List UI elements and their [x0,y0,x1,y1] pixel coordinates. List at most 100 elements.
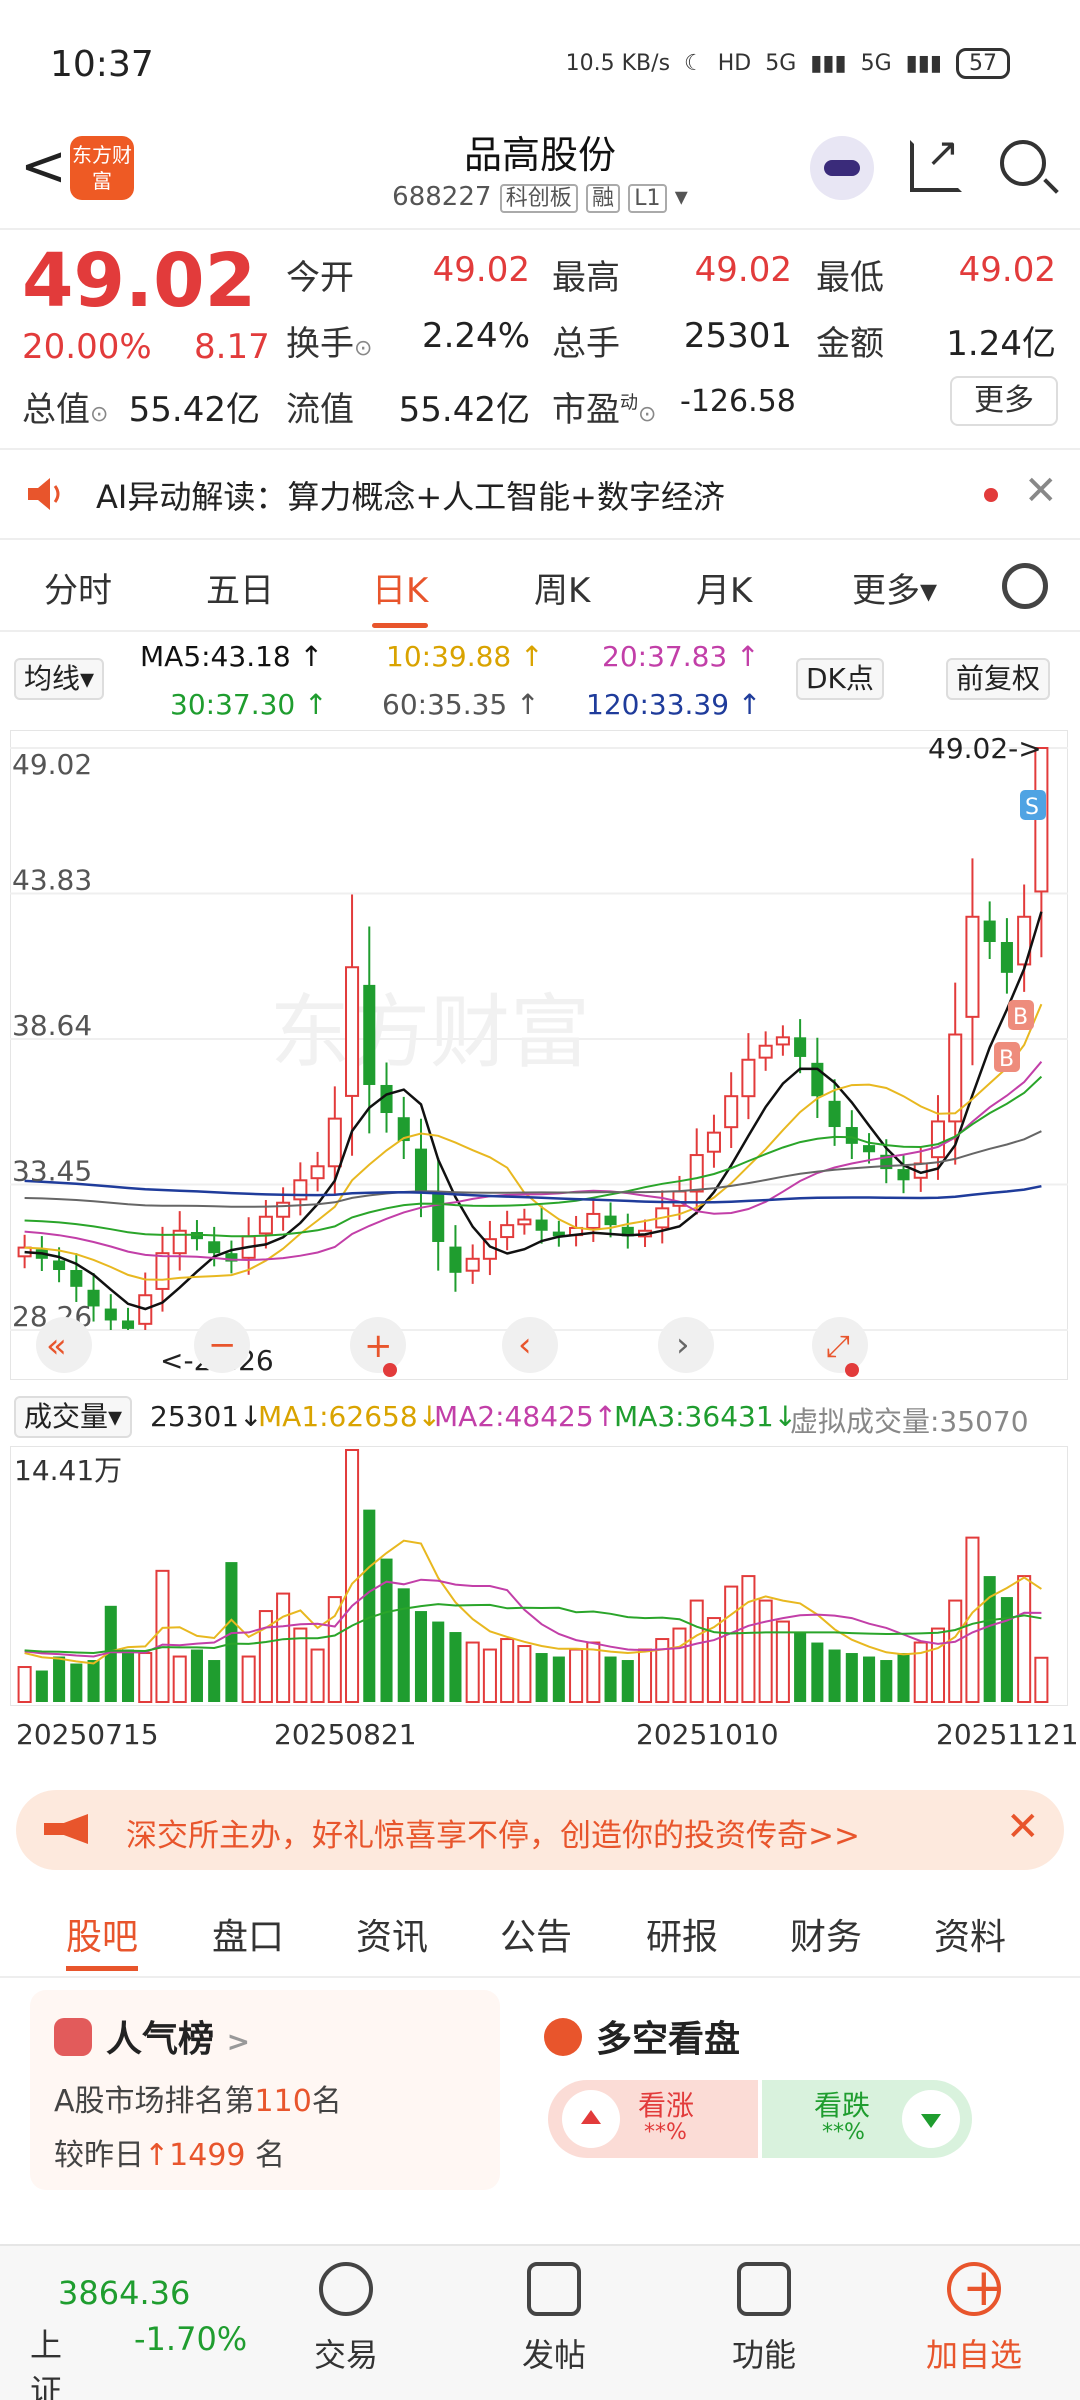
volume-bar [672,1627,687,1704]
share-icon[interactable] [910,130,962,192]
volume-bar [345,1449,360,1703]
amount-value: 1.24亿 [946,324,1056,364]
pe-label[interactable]: 市盈动⊙ [552,382,656,431]
minus-icon: − [208,1325,237,1365]
candle-body [276,1201,291,1218]
candle-body [414,1148,428,1192]
ma-type-select[interactable]: 均线▾ [14,658,105,700]
tab-monthly-k[interactable]: 月K [696,563,752,612]
open-label: 今开 [286,258,354,298]
info-tabs: 股吧 盘口 资讯 公告 研报 财务 资料 [0,1888,1080,1978]
buy-marker-label-2: B [999,1047,1014,1072]
tab-five-day[interactable]: 五日 [206,563,274,612]
close-icon[interactable]: ✕ [1024,468,1058,514]
y-tick-label: 33.45 [12,1155,92,1188]
board-tag: 科创板 [499,184,578,213]
open-value: 49.02 [432,250,530,290]
tab-daily-k[interactable]: 日K [372,563,429,628]
ai-insight-text: AI异动解读：算力概念+人工智能+数字经济 [96,478,725,516]
tab-more[interactable]: 更多▾ [852,563,937,612]
tab-news[interactable]: 资讯 [356,1908,428,1960]
date-label: 20250821 [274,1718,417,1751]
last-price: 49.02 [22,238,257,324]
pe-value: -126.58 [680,384,796,419]
mktcap-label[interactable]: 总值⊙ [22,382,108,431]
candle-body [208,1241,221,1254]
kline-tabs: 分时 五日 日K 周K 月K 更多▾ [0,545,1080,631]
tab-research[interactable]: 研报 [646,1908,718,1960]
post-button[interactable]: 发帖 [484,2262,624,2376]
volume-bar [1034,1656,1049,1704]
dk-point-select[interactable]: DK点 [796,658,884,700]
candle-body [689,1154,704,1193]
candle-body [794,1037,807,1057]
volume-bar [414,1611,428,1702]
candle-body [500,1224,515,1239]
high-label: 最高 [552,258,620,298]
bar-chart-icon [54,2018,92,2056]
more-button[interactable]: 更多 [950,376,1058,426]
divider [0,448,1080,450]
candle-body [965,915,980,1018]
turnover-label[interactable]: 换手⊙ [286,316,372,365]
bull-button[interactable]: 看涨 **% [548,2080,758,2158]
volume-bar [310,1648,325,1704]
arrow-down-icon [902,2090,960,2148]
volume-bar [689,1599,704,1703]
promo-banner[interactable]: 深交所主办，好礼惊喜享不停，创造你的投资传奇>> ✕ [16,1790,1064,1870]
popularity-title-text: 人气榜 [106,2019,215,2060]
tab-profile[interactable]: 资料 [934,1908,1006,1960]
tab-intraday[interactable]: 分时 [44,563,112,612]
kline-chart[interactable]: 东方财富 49.0243.8338.6433.4528.26 49.02-> <… [10,730,1068,1380]
amount-label: 金额 [816,324,884,364]
bull-bear-card[interactable]: 多空看盘 看涨 **% 看跌 **% [520,1990,990,2190]
search-icon[interactable] [1000,140,1046,186]
max-label: 49.02-> [928,732,1042,765]
pct-change: 20.00% [22,327,152,367]
volume-bar [775,1620,790,1703]
volume-bar [517,1645,532,1704]
info-icon: ⊙ [354,336,373,361]
bear-button[interactable]: 看跌 **% [762,2080,972,2158]
info-icon: ⊙ [638,402,657,427]
expand-icon: ⤢ [826,1329,850,1364]
bear-pct: **% [822,2120,865,2145]
chevron-right-icon: › [676,1325,690,1365]
volume-bar [87,1660,100,1702]
volume-bar [121,1649,135,1702]
clock: 10:37 [50,44,154,85]
close-icon[interactable]: ✕ [1006,1804,1040,1850]
popularity-card[interactable]: 人气榜 > A股市场排名第110名 较昨日↑1499 名 [30,1990,500,2190]
ai-insight-banner[interactable]: AI异动解读：算力概念+人工智能+数字经济 ✕ [0,452,1080,536]
gear-icon[interactable] [1002,563,1048,609]
unread-dot [984,488,998,502]
candle-body [327,1117,342,1168]
rank-change-line: 较昨日↑1499 名 [54,2130,285,2174]
volume-chart[interactable]: 14.41万 [10,1446,1068,1706]
add-watchlist-button[interactable]: 加自选 [904,2258,1044,2376]
volume-bar [138,1652,153,1703]
tab-orderbook[interactable]: 盘口 [212,1908,284,1960]
volume-bar [208,1660,221,1702]
pe-label-text: 市盈 [552,390,620,430]
volume-bar [155,1569,170,1703]
tab-financials[interactable]: 财务 [790,1908,862,1960]
volume-bar [811,1642,824,1702]
tab-weekly-k[interactable]: 周K [534,563,590,612]
trade-button[interactable]: 交易 [276,2262,416,2376]
adjust-select[interactable]: 前复权 [946,658,1051,700]
tab-announcements[interactable]: 公告 [500,1908,572,1960]
rank-suffix: 名 [311,2084,342,2119]
ai-assistant-icon[interactable] [810,136,874,200]
signal-5g-2: 5G [860,51,892,76]
tab-guba[interactable]: 股吧 [66,1908,139,1971]
mktcap-label-text: 总值 [22,390,90,430]
quote-panel: 49.02 20.00% 8.17 今开 49.02 最高 49.02 最低 4… [0,232,1080,447]
vs-icon [544,2018,582,2056]
function-button[interactable]: 功能 [694,2262,834,2376]
candle-body [845,1127,858,1144]
volume-bar [724,1585,739,1703]
bull-label: 看涨 [638,2089,695,2122]
info-icon: ⊙ [90,402,109,427]
indicator-select[interactable]: 成交量▾ [14,1396,133,1438]
